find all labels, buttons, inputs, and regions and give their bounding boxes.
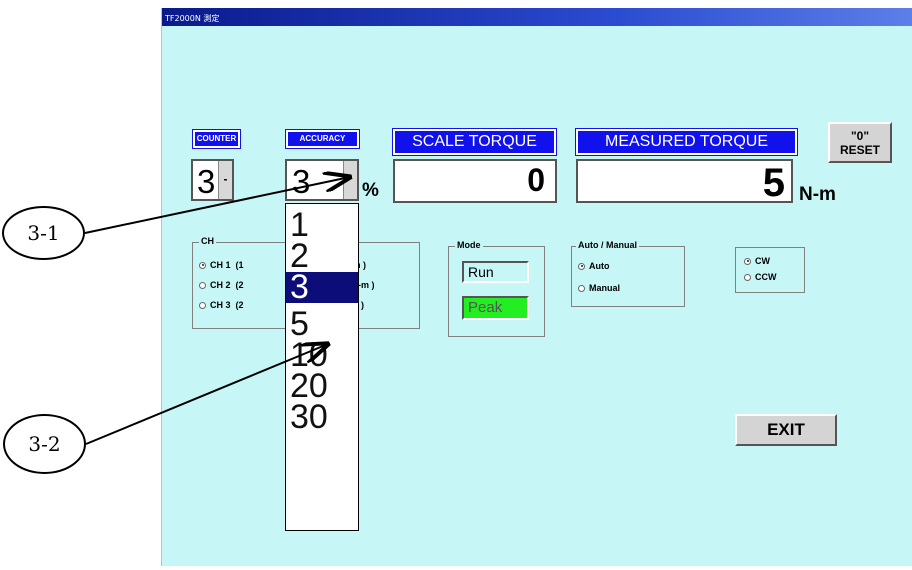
radio-dot-icon — [578, 262, 585, 270]
auto-label: Auto — [589, 261, 610, 271]
ch2-suffix: -m ) — [358, 280, 375, 290]
zero-reset-button[interactable]: "0" RESET — [828, 122, 892, 163]
measured-torque-unit: N-m — [799, 184, 836, 205]
counter-dropdown-button[interactable]: - — [218, 161, 232, 199]
ch2-label: CH 2 (2 — [210, 280, 244, 290]
app-window: TF2000N 測定 COUNTER 3 - ACCURACY 3 % SCAL… — [161, 8, 912, 566]
title-bar[interactable]: TF2000N 測定 — [162, 8, 912, 26]
accuracy-unit: % — [362, 180, 379, 201]
radio-dot-icon — [744, 257, 751, 265]
counter-value: 3 — [197, 163, 216, 200]
ch1-label: CH 1 (1 — [210, 260, 244, 270]
accuracy-value: 3 — [292, 163, 311, 200]
radio-dot-icon — [199, 261, 206, 269]
ch1-radio[interactable]: CH 1 (1 — [199, 260, 244, 270]
manual-radio[interactable]: Manual — [578, 283, 620, 293]
measured-torque-value: 5 — [762, 161, 785, 205]
radio-dot-icon — [744, 273, 751, 281]
measured-torque-header: MEASURED TORQUE — [575, 128, 798, 156]
accuracy-header: ACCURACY — [285, 129, 360, 149]
scale-torque-display: 0 — [393, 159, 557, 203]
auto-manual-group: Auto / Manual Auto Manual — [571, 240, 685, 307]
scale-torque-header: SCALE TORQUE — [392, 128, 557, 156]
ccw-label: CCW — [755, 272, 777, 282]
accuracy-select[interactable]: 3 — [285, 159, 359, 201]
exit-button[interactable]: EXIT — [735, 414, 837, 446]
radio-dot-icon — [199, 301, 206, 309]
cw-label: CW — [755, 256, 770, 266]
counter-select[interactable]: 3 - — [191, 159, 234, 201]
auto-manual-legend: Auto / Manual — [576, 240, 639, 250]
ch3-radio[interactable]: CH 3 (2 — [199, 300, 244, 310]
ch2-radio[interactable]: CH 2 (2 — [199, 280, 244, 290]
ch3-suffix: ) — [361, 300, 364, 310]
callout-3-2: 3-2 — [3, 414, 86, 474]
auto-radio[interactable]: Auto — [578, 261, 610, 271]
window-title: TF2000N 測定 — [165, 14, 220, 23]
measured-torque-display: 5 — [576, 159, 793, 205]
direction-group: CW CCW — [735, 247, 805, 293]
manual-label: Manual — [589, 283, 621, 293]
reset-button-line2: RESET — [839, 143, 880, 157]
scale-torque-value: 0 — [527, 162, 545, 198]
peak-indicator[interactable]: Peak — [462, 296, 529, 320]
counter-header: COUNTER — [192, 129, 241, 149]
ccw-radio[interactable]: CCW — [744, 272, 777, 282]
mode-group: Mode Run Peak — [448, 240, 545, 337]
radio-dot-icon — [199, 281, 206, 289]
accuracy-dropdown-list: 1 2 3 5 10 20 30 — [285, 203, 359, 531]
radio-dot-icon — [578, 284, 585, 292]
ch-legend: CH — [199, 236, 216, 246]
mode-legend: Mode — [455, 240, 483, 250]
accuracy-option-3[interactable]: 3 — [286, 270, 358, 304]
reset-button-line1: "0" — [850, 129, 870, 143]
run-indicator[interactable]: Run — [462, 261, 529, 283]
accuracy-dropdown-button[interactable] — [343, 161, 357, 199]
callout-3-1: 3-1 — [2, 206, 85, 260]
ch3-label: CH 3 (2 — [210, 300, 244, 310]
cw-radio[interactable]: CW — [744, 256, 770, 266]
accuracy-option-30[interactable]: 30 — [286, 400, 358, 434]
